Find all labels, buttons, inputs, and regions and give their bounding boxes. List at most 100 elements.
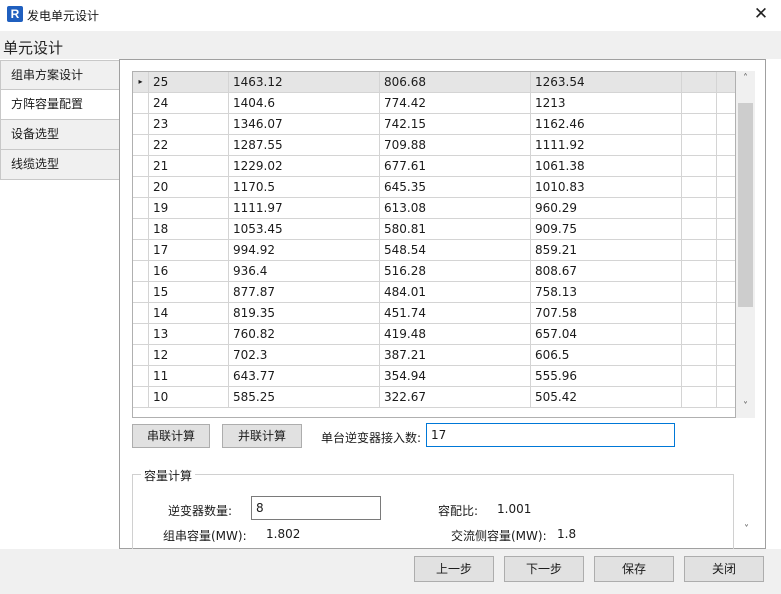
table-cell[interactable]: 14 xyxy=(149,303,229,324)
table-row[interactable]: 17 994.92 548.54 859.21 xyxy=(133,240,735,261)
row-header-cell[interactable] xyxy=(133,324,149,345)
table-cell[interactable]: 657.04 xyxy=(531,324,682,345)
table-cell[interactable]: 645.35 xyxy=(380,177,531,198)
table-cell[interactable]: 1213 xyxy=(531,93,682,114)
table-row[interactable]: 15 877.87 484.01 758.13 xyxy=(133,282,735,303)
table-cell[interactable]: 709.88 xyxy=(380,135,531,156)
table-cell[interactable]: 516.28 xyxy=(380,261,531,282)
table-row[interactable]: 19 1111.97 613.08 960.29 xyxy=(133,198,735,219)
row-header-cell[interactable] xyxy=(133,240,149,261)
table-cell[interactable]: 806.68 xyxy=(380,72,531,93)
table-cell[interactable]: 1229.02 xyxy=(229,156,380,177)
row-header-cell[interactable] xyxy=(133,114,149,135)
sidebar-item[interactable]: 方阵容量配置 xyxy=(0,90,120,120)
capacity-table[interactable]: ▸ 25 1463.12 806.68 1263.54 24 1404.6 774.42 121… xyxy=(132,71,736,418)
table-cell[interactable]: 808.67 xyxy=(531,261,682,282)
table-row[interactable]: 24 1404.6 774.42 1213 xyxy=(133,93,735,114)
table-cell[interactable]: 25 xyxy=(149,72,229,93)
sidebar-item[interactable]: 组串方案设计 xyxy=(0,60,120,90)
sidebar-item[interactable]: 设备选型 xyxy=(0,120,120,150)
table-cell[interactable]: 1111.92 xyxy=(531,135,682,156)
table-cell[interactable]: 322.67 xyxy=(380,387,531,408)
table-row[interactable]: 14 819.35 451.74 707.58 xyxy=(133,303,735,324)
row-header-cell[interactable] xyxy=(133,282,149,303)
table-cell[interactable]: 643.77 xyxy=(229,366,380,387)
table-cell[interactable]: 677.61 xyxy=(380,156,531,177)
close-button[interactable]: 关闭 xyxy=(684,556,764,582)
row-header-cell[interactable] xyxy=(133,366,149,387)
panel-scroll-down-icon[interactable]: ˅ xyxy=(737,524,756,535)
table-cell[interactable]: 16 xyxy=(149,261,229,282)
sidebar-item[interactable]: 线缆选型 xyxy=(0,150,120,180)
inverter-input-field[interactable]: 17 xyxy=(426,423,675,447)
table-cell[interactable]: 1346.07 xyxy=(229,114,380,135)
table-cell[interactable]: 1463.12 xyxy=(229,72,380,93)
row-header-cell[interactable]: ▸ xyxy=(133,72,149,93)
table-cell[interactable]: 760.82 xyxy=(229,324,380,345)
table-cell[interactable]: 1263.54 xyxy=(531,72,682,93)
vertical-scrollbar[interactable]: ˄ ˅ xyxy=(736,71,755,418)
table-cell[interactable]: 1162.46 xyxy=(531,114,682,135)
table-cell[interactable]: 960.29 xyxy=(531,198,682,219)
close-icon[interactable]: ✕ xyxy=(741,0,781,30)
table-cell[interactable]: 555.96 xyxy=(531,366,682,387)
row-header-cell[interactable] xyxy=(133,219,149,240)
row-header-cell[interactable] xyxy=(133,198,149,219)
next-button[interactable]: 下一步 xyxy=(504,556,584,582)
row-header-cell[interactable] xyxy=(133,261,149,282)
table-cell[interactable]: 18 xyxy=(149,219,229,240)
table-cell[interactable]: 484.01 xyxy=(380,282,531,303)
table-cell[interactable]: 774.42 xyxy=(380,93,531,114)
row-header-cell[interactable] xyxy=(133,303,149,324)
scroll-up-icon[interactable]: ˄ xyxy=(736,73,755,84)
table-cell[interactable]: 819.35 xyxy=(229,303,380,324)
table-cell[interactable]: 1053.45 xyxy=(229,219,380,240)
table-cell[interactable]: 1010.83 xyxy=(531,177,682,198)
table-row[interactable]: 16 936.4 516.28 808.67 xyxy=(133,261,735,282)
table-cell[interactable]: 548.54 xyxy=(380,240,531,261)
table-row[interactable]: 12 702.3 387.21 606.5 xyxy=(133,345,735,366)
table-row[interactable]: 13 760.82 419.48 657.04 xyxy=(133,324,735,345)
table-cell[interactable]: 23 xyxy=(149,114,229,135)
row-header-cell[interactable] xyxy=(133,156,149,177)
table-row[interactable]: 18 1053.45 580.81 909.75 xyxy=(133,219,735,240)
scroll-thumb[interactable] xyxy=(738,103,753,307)
table-cell[interactable]: 1404.6 xyxy=(229,93,380,114)
table-cell[interactable]: 606.5 xyxy=(531,345,682,366)
row-header-cell[interactable] xyxy=(133,93,149,114)
table-cell[interactable]: 10 xyxy=(149,387,229,408)
table-cell[interactable]: 12 xyxy=(149,345,229,366)
series-calc-button[interactable]: 串联计算 xyxy=(132,424,210,448)
row-header-cell[interactable] xyxy=(133,345,149,366)
table-cell[interactable]: 354.94 xyxy=(380,366,531,387)
table-cell[interactable]: 1111.97 xyxy=(229,198,380,219)
table-row[interactable]: 22 1287.55 709.88 1111.92 xyxy=(133,135,735,156)
table-cell[interactable]: 707.58 xyxy=(531,303,682,324)
table-row[interactable]: 21 1229.02 677.61 1061.38 xyxy=(133,156,735,177)
table-row[interactable]: ▸ 25 1463.12 806.68 1263.54 xyxy=(133,72,735,93)
table-cell[interactable]: 387.21 xyxy=(380,345,531,366)
table-cell[interactable]: 994.92 xyxy=(229,240,380,261)
table-cell[interactable]: 1287.55 xyxy=(229,135,380,156)
table-cell[interactable]: 451.74 xyxy=(380,303,531,324)
table-cell[interactable]: 24 xyxy=(149,93,229,114)
table-cell[interactable]: 613.08 xyxy=(380,198,531,219)
table-cell[interactable]: 11 xyxy=(149,366,229,387)
table-cell[interactable]: 505.42 xyxy=(531,387,682,408)
table-cell[interactable]: 15 xyxy=(149,282,229,303)
table-row[interactable]: 11 643.77 354.94 555.96 xyxy=(133,366,735,387)
inverter-count-field[interactable]: 8 xyxy=(251,496,381,520)
table-cell[interactable]: 909.75 xyxy=(531,219,682,240)
table-cell[interactable]: 580.81 xyxy=(380,219,531,240)
parallel-calc-button[interactable]: 并联计算 xyxy=(222,424,302,448)
table-cell[interactable]: 21 xyxy=(149,156,229,177)
table-cell[interactable]: 1170.5 xyxy=(229,177,380,198)
table-cell[interactable]: 22 xyxy=(149,135,229,156)
row-header-cell[interactable] xyxy=(133,135,149,156)
table-cell[interactable]: 936.4 xyxy=(229,261,380,282)
row-header-cell[interactable] xyxy=(133,387,149,408)
table-cell[interactable]: 1061.38 xyxy=(531,156,682,177)
table-row[interactable]: 23 1346.07 742.15 1162.46 xyxy=(133,114,735,135)
table-cell[interactable]: 19 xyxy=(149,198,229,219)
table-cell[interactable]: 17 xyxy=(149,240,229,261)
